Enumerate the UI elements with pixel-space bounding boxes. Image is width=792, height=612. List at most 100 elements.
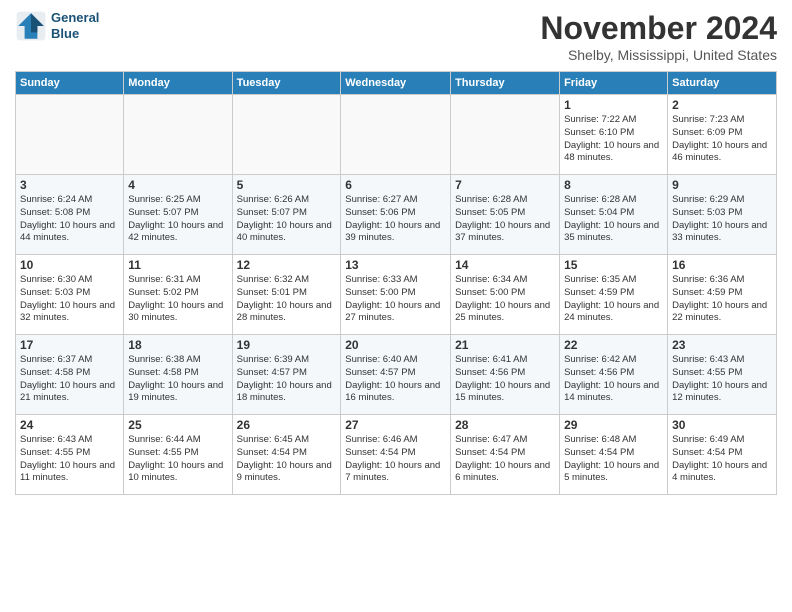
weekday-header: Tuesday <box>232 72 341 95</box>
day-info: Sunrise: 6:27 AMSunset: 5:06 PMDaylight:… <box>345 194 446 245</box>
day-number: 15 <box>564 258 663 272</box>
day-number: 11 <box>128 258 227 272</box>
day-info: Sunrise: 6:24 AMSunset: 5:08 PMDaylight:… <box>20 194 119 245</box>
sunset: Sunset: 4:54 PM <box>237 447 307 458</box>
sunset: Sunset: 4:55 PM <box>128 447 198 458</box>
day-number: 5 <box>237 178 337 192</box>
sunset: Sunset: 5:00 PM <box>455 287 525 298</box>
calendar-cell: 3 Sunrise: 6:24 AMSunset: 5:08 PMDaylight… <box>16 175 124 255</box>
calendar-cell: 10Sunrise: 6:30 AMSunset: 5:03 PMDayligh… <box>16 255 124 335</box>
calendar-week-row: 17 Sunrise: 6:37 AM Sunset: 4:58 PM Dayligh… <box>16 335 777 415</box>
day-number: 28 <box>455 418 555 432</box>
daylight: Daylight: 10 hours and 16 minutes. <box>345 380 440 404</box>
day-info: Sunrise: 6:34 AMSunset: 5:00 PMDaylight:… <box>455 274 555 325</box>
weekday-header: Thursday <box>451 72 560 95</box>
calendar-cell <box>341 95 451 175</box>
calendar-cell: 13Sunrise: 6:33 AMSunset: 5:00 PMDayligh… <box>341 255 451 335</box>
sunrise: Sunrise: 6:28 AM <box>564 194 636 205</box>
day-info: Sunrise: 6:33 AMSunset: 5:00 PMDaylight:… <box>345 274 446 325</box>
header: General Blue November 2024 Shelby, Missi… <box>15 10 777 63</box>
daylight: Daylight: 10 hours and 27 minutes. <box>345 300 440 324</box>
logo: General Blue <box>15 10 99 42</box>
daylight: Daylight: 10 hours and 42 minutes. <box>128 220 223 244</box>
calendar-cell: 15Sunrise: 6:35 AMSunset: 4:59 PMDayligh… <box>560 255 668 335</box>
day-number: 22 <box>564 338 663 352</box>
sunset: Sunset: 4:56 PM <box>455 367 525 378</box>
daylight: Daylight: 10 hours and 44 minutes. <box>20 220 115 244</box>
sunrise: Sunrise: 6:39 AM <box>237 354 309 365</box>
day-number: 9 <box>672 178 772 192</box>
calendar-cell: 23Sunrise: 6:43 AMSunset: 4:55 PMDayligh… <box>668 335 777 415</box>
calendar-cell: 11 Sunrise: 6:31 AMSunset: 5:02 PMDayligh… <box>124 255 232 335</box>
daylight: Daylight: 10 hours and 19 minutes. <box>128 380 223 404</box>
sunrise: Sunrise: 7:22 AM <box>564 114 636 125</box>
day-info: Sunrise: 6:44 AMSunset: 4:55 PMDaylight:… <box>128 434 227 485</box>
sunrise: Sunrise: 7:23 AM <box>672 114 744 125</box>
sunrise: Sunrise: 6:27 AM <box>345 194 417 205</box>
day-number: 17 <box>20 338 119 352</box>
sunrise: Sunrise: 6:40 AM <box>345 354 417 365</box>
sunset: Sunset: 4:58 PM <box>20 367 90 378</box>
daylight: Daylight: 10 hours and 12 minutes. <box>672 380 767 404</box>
calendar-cell <box>232 95 341 175</box>
daylight: Daylight: 10 hours and 21 minutes. <box>20 380 115 404</box>
sunset: Sunset: 5:03 PM <box>672 207 742 218</box>
sunrise: Sunrise: 6:37 AM <box>20 354 92 365</box>
logo-line1: General <box>51 10 99 26</box>
sunset: Sunset: 4:57 PM <box>237 367 307 378</box>
sunset: Sunset: 4:55 PM <box>672 367 742 378</box>
sunset: Sunset: 4:58 PM <box>128 367 198 378</box>
sunrise: Sunrise: 6:25 AM <box>128 194 200 205</box>
day-info: Sunrise: 7:23 AMSunset: 6:09 PMDaylight:… <box>672 114 772 165</box>
day-number: 18 <box>128 338 227 352</box>
day-number: 8 <box>564 178 663 192</box>
sunset: Sunset: 4:56 PM <box>564 367 634 378</box>
sunrise: Sunrise: 6:47 AM <box>455 434 527 445</box>
daylight: Daylight: 10 hours and 5 minutes. <box>564 460 659 484</box>
day-info: Sunrise: 6:28 AMSunset: 5:04 PMDaylight:… <box>564 194 663 245</box>
calendar-header-row: SundayMondayTuesdayWednesdayThursdayFrid… <box>16 72 777 95</box>
day-number: 12 <box>237 258 337 272</box>
daylight: Daylight: 10 hours and 18 minutes. <box>237 380 332 404</box>
sunrise: Sunrise: 6:32 AM <box>237 274 309 285</box>
weekday-header: Friday <box>560 72 668 95</box>
calendar-cell <box>451 95 560 175</box>
sunrise: Sunrise: 6:24 AM <box>20 194 92 205</box>
sunset: Sunset: 4:54 PM <box>345 447 415 458</box>
sunset: Sunset: 4:55 PM <box>20 447 90 458</box>
sunrise: Sunrise: 6:36 AM <box>672 274 744 285</box>
calendar-cell: 26 Sunrise: 6:45 AMSunset: 4:54 PMDayligh… <box>232 415 341 495</box>
daylight: Daylight: 10 hours and 15 minutes. <box>455 380 550 404</box>
day-info: Sunrise: 6:39 AM Sunset: 4:57 PM Daylight:… <box>237 354 337 405</box>
day-info: Sunrise: 6:45 AMSunset: 4:54 PMDaylight:… <box>237 434 337 485</box>
sunset: Sunset: 5:01 PM <box>237 287 307 298</box>
day-info: Sunrise: 6:36 AMSunset: 4:59 PMDaylight:… <box>672 274 772 325</box>
day-number: 23 <box>672 338 772 352</box>
day-info: Sunrise: 6:47 AMSunset: 4:54 PMDaylight:… <box>455 434 555 485</box>
calendar-cell: 20Sunrise: 6:40 AMSunset: 4:57 PMDayligh… <box>341 335 451 415</box>
day-info: Sunrise: 6:32 AMSunset: 5:01 PMDaylight:… <box>237 274 337 325</box>
calendar-cell: 2 Sunrise: 7:23 AMSunset: 6:09 PMDaylight… <box>668 95 777 175</box>
logo-text: General Blue <box>51 10 99 41</box>
day-info: Sunrise: 6:31 AMSunset: 5:02 PMDaylight:… <box>128 274 227 325</box>
sunset: Sunset: 4:54 PM <box>564 447 634 458</box>
sunset: Sunset: 5:00 PM <box>345 287 415 298</box>
calendar-week-row: 24Sunrise: 6:43 AMSunset: 4:55 PMDayligh… <box>16 415 777 495</box>
calendar-cell: 28 Sunrise: 6:47 AMSunset: 4:54 PMDayligh… <box>451 415 560 495</box>
calendar-week-row: 1Sunrise: 7:22 AMSunset: 6:10 PMDaylight… <box>16 95 777 175</box>
calendar-cell: 18Sunrise: 6:38 AMSunset: 4:58 PMDayligh… <box>124 335 232 415</box>
calendar-cell: 17 Sunrise: 6:37 AM Sunset: 4:58 PM Dayligh… <box>16 335 124 415</box>
sunset: Sunset: 5:04 PM <box>564 207 634 218</box>
day-number: 26 <box>237 418 337 432</box>
weekday-header: Wednesday <box>341 72 451 95</box>
daylight: Daylight: 10 hours and 11 minutes. <box>20 460 115 484</box>
day-number: 14 <box>455 258 555 272</box>
sunrise: Sunrise: 6:28 AM <box>455 194 527 205</box>
day-number: 3 <box>20 178 119 192</box>
day-number: 16 <box>672 258 772 272</box>
sunrise: Sunrise: 6:41 AM <box>455 354 527 365</box>
weekday-header: Sunday <box>16 72 124 95</box>
day-number: 2 <box>672 98 772 112</box>
daylight: Daylight: 10 hours and 10 minutes. <box>128 460 223 484</box>
sunset: Sunset: 4:54 PM <box>672 447 742 458</box>
